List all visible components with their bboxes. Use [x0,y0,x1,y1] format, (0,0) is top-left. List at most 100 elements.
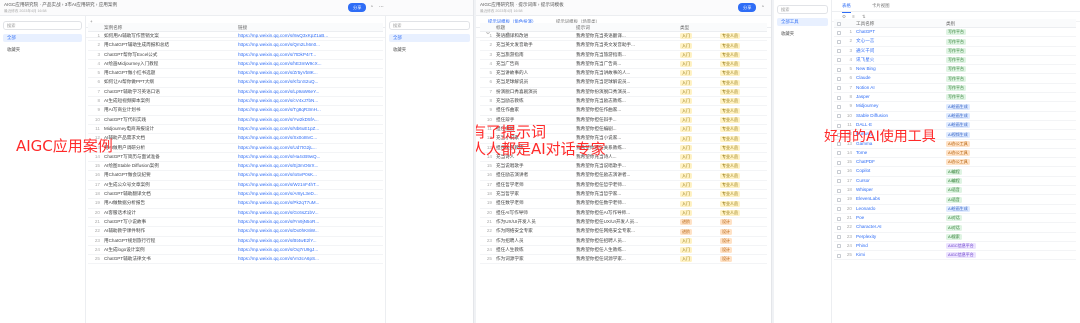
col-header-link[interactable]: 链接 [236,23,382,31]
table-row[interactable]: 5 用ChatGPT做小红书选题 https://mp.weixin.qq.com/… [88,69,383,79]
sidebar-item-favorites[interactable]: 收藏夹 [389,46,470,54]
level-cell[interactable]: 入门 [678,134,718,142]
prompt-title-cell[interactable]: 担任哲学老师 [494,181,574,189]
table-row[interactable]: 2 文心一言 写作平台 [834,37,1076,47]
type-cell[interactable]: 专业人员 [718,171,768,179]
prompt-title-cell[interactable]: 作为网络安全专家 [494,227,574,235]
row-checkbox[interactable] [837,58,841,63]
table-row[interactable]: 9 担任作曲家 我希望你担任作曲家... 入门 专业人员 [480,106,767,116]
category-cell[interactable]: 写作平台 [944,28,1034,36]
row-checkbox[interactable] [837,253,841,258]
category-cell[interactable]: AI办公工具 [944,140,1034,148]
table-row[interactable]: 20 Leonardo AI绘画生成 [834,205,1076,214]
left-sidebar-item-favorites[interactable]: 收藏夹 [3,46,82,54]
prompt-title-cell[interactable]: 作为词源学家 [494,255,574,263]
tool-name-cell[interactable]: Kimi [854,251,944,259]
row-checkbox[interactable] [837,160,841,165]
table-row[interactable]: 10 Stable Diffusion AI绘画生成 [834,112,1076,121]
prompt-title-cell[interactable]: 作为招聘人员 [494,237,574,245]
row-checkbox[interactable] [837,77,841,82]
category-cell[interactable]: AI搜索 [944,233,1034,241]
table-row[interactable]: 7 Notion AI 写作平台 [834,84,1076,94]
left-search-input[interactable]: 搜索 [3,21,82,30]
tool-name-cell[interactable]: Poe [854,214,944,222]
level-cell[interactable]: 入门 [678,181,718,189]
case-name-cell[interactable]: ChatGPT辅助翻译文档 [102,190,236,198]
table-row[interactable]: 22 Character.AI AI对话 [834,223,1076,233]
table-row[interactable]: 17 AI生成公众号文章案例 https://mp.weixin.qq.com/s/… [88,181,383,191]
row-checkbox[interactable] [837,170,841,175]
table-row[interactable]: 18 ChatGPT辅助翻译文档 https://mp.weixin.qq.com/… [88,190,383,200]
type-cell[interactable]: 专业人员 [718,78,768,86]
case-name-cell[interactable]: 如何让AI帮你做PPT大纲 [102,78,236,86]
level-cell[interactable]: 入门 [678,116,718,124]
case-name-cell[interactable]: 用ChatGPT规划旅行行程 [102,237,236,245]
table-row[interactable]: 23 Perplexity AI搜索 [834,233,1076,242]
level-cell[interactable]: 入门 [678,97,718,105]
table-row[interactable]: 7 扮演脱口秀喜剧演员 我希望你扮演脱口秀演员... 入门 专业人员 [480,88,767,98]
table-row[interactable]: 16 担任励志演讲者 我希望你担任励志演讲者... 入门 专业人员 [480,171,768,181]
tool-name-cell[interactable]: Character.AI [854,223,944,231]
prompt-text-cell[interactable]: 我希望你充当广告商... [574,60,678,68]
type-cell[interactable]: 专业人员 [718,209,768,217]
case-link-cell[interactable]: https://mp.weixin.qq.com/s/Lp9aW6eY... [236,88,382,96]
table-row[interactable]: 8 AI生成短视频脚本案例 https://mp.weixin.qq.com/s/c… [88,97,383,107]
col-header-prompt[interactable]: 提示词 [574,23,678,31]
level-cell[interactable]: 入门 [678,60,718,68]
table-row[interactable]: 1 英语翻译和改进 我希望你充当英语翻译... 入门 专业人员 [480,32,768,42]
level-cell[interactable]: 进阶 [678,218,718,226]
level-cell[interactable]: 入门 [678,69,718,77]
table-row[interactable]: 13 用AI做用户调研分析 https://mp.weixin.qq.com/s/U… [88,144,383,153]
prompt-text-cell[interactable]: 我希望你担任数学老师... [574,199,678,207]
case-name-cell[interactable]: 用ChatGPT辅助生成周报和总结 [102,41,236,49]
bell-icon[interactable]: ◔ [759,4,766,11]
table-row[interactable]: 19 ElevenLabs AI语音 [834,195,1076,205]
category-cell[interactable]: AI语音 [944,186,1034,194]
category-cell[interactable]: AI视频生成 [944,130,1034,138]
prompt-text-cell[interactable]: 我希望你担任网络安全专家... [574,227,678,235]
case-link-cell[interactable]: https://mp.weixin.qq.com/s/7tDkP4rT... [236,51,382,59]
table-row[interactable]: 24 Phind AIGC信息平台 [834,242,1076,252]
case-link-cell[interactable]: https://mp.weixin.qq.com/s/Ej3mO6rX... [236,162,382,170]
category-cell[interactable]: AI绘画生成 [944,205,1034,213]
type-cell[interactable]: 专业人员 [718,97,768,105]
row-checkbox[interactable] [837,188,841,193]
row-checkbox[interactable] [837,30,841,35]
level-cell[interactable]: 入门 [678,162,718,170]
prompt-title-cell[interactable]: 充当足球解说员 [494,78,574,86]
type-cell[interactable]: 专业人员 [718,153,768,161]
case-link-cell[interactable]: https://mp.weixin.qq.com/s/hE3mW9cX... [236,60,382,68]
prompt-text-cell[interactable]: 我希望你担任辩手... [574,116,678,124]
level-cell[interactable]: 入门 [678,88,718,96]
case-link-cell[interactable]: https://mp.weixin.qq.com/s/Gc6sZ1bV... [236,209,382,217]
prompt-text-cell[interactable]: 我希望你扮演脱口秀演员... [574,88,678,96]
table-row[interactable]: 21 作为UX/UI开发人员 我希望你担任UX/UI开发人员... 进阶 设计 [480,218,767,228]
table-row[interactable]: 2 充当英文发音助手 我希望你充当英文发音助手... 入门 专业人员 [480,41,767,51]
col-header-title[interactable]: 标题 [494,23,574,31]
level-cell[interactable]: 入门 [678,125,718,133]
table-row[interactable]: 5 充当讲故事的人 我希望你充当讲故事的人... 入门 专业人员 [480,69,767,79]
case-link-cell[interactable]: https://mp.weixin.qq.com/s/Tg8qR3mH... [236,106,382,114]
type-cell[interactable]: 专业人员 [718,32,768,40]
case-link-cell[interactable]: https://mp.weixin.qq.com/s/Ud7tG2jL... [236,144,382,152]
case-name-cell[interactable]: ChatGPT辅助法律文书 [102,255,236,263]
case-link-cell[interactable]: https://mp.weixin.qq.com/s/Io5vP0sK... [236,171,382,179]
tool-name-cell[interactable]: Tome [854,149,944,157]
case-name-cell[interactable]: ChatGPT帮你写Excel公式 [102,51,236,59]
row-checkbox[interactable] [837,49,841,54]
table-row[interactable]: 24 AI生成logo设计案例 https://mp.weixin.qq.com/s… [88,246,383,256]
table-row[interactable]: 19 担任数学老师 我希望你担任数学老师... 入门 专业人员 [480,199,767,209]
table-row[interactable]: 14 ChatGPT写简历与面试准备 https://mp.weixin.qq.co… [88,153,383,163]
prompt-title-cell[interactable]: 充当广告商 [494,60,574,68]
row-checkbox[interactable] [837,151,841,156]
type-cell[interactable]: 专业人员 [718,162,768,170]
prompt-title-cell[interactable]: 充当说唱歌手 [494,162,574,170]
prompt-title-cell[interactable]: 担任人生教练 [494,246,574,254]
table-row[interactable]: 9 用AI写商业计划书 https://mp.weixin.qq.com/s/Tg8… [88,106,383,116]
col-header-category[interactable]: 类别 [944,19,1034,27]
tool-name-cell[interactable]: Whisper [854,186,944,194]
table-row[interactable]: 6 如何让AI帮你做PPT大纲 https://mp.weixin.qq.com/s… [88,78,383,88]
case-name-cell[interactable]: AI辅助产品需求文档 [102,134,236,142]
table-row[interactable]: 3 充当旅游指南 我希望你充当旅游指南... 入门 专业人员 [480,51,767,60]
tool-name-cell[interactable]: 文心一言 [854,37,944,45]
